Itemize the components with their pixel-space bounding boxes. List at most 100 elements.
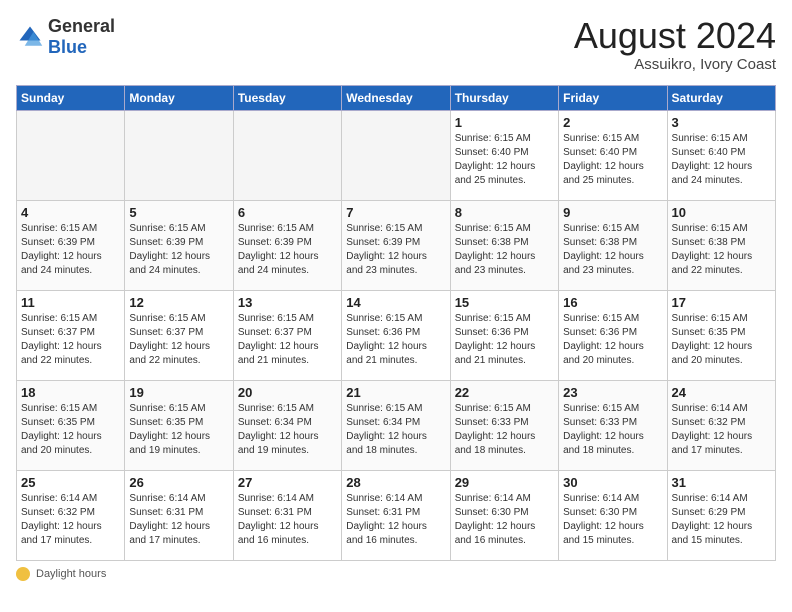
day-info: Sunrise: 6:15 AMSunset: 6:35 PMDaylight:… xyxy=(129,403,210,456)
day-of-week-header: Sunday xyxy=(17,85,125,110)
calendar-cell: 24 Sunrise: 6:14 AMSunset: 6:32 PMDaylig… xyxy=(667,380,775,470)
day-info: Sunrise: 6:15 AMSunset: 6:40 PMDaylight:… xyxy=(563,133,644,186)
day-number: 5 xyxy=(129,205,228,220)
daylight-icon xyxy=(16,567,30,581)
calendar-cell: 2 Sunrise: 6:15 AMSunset: 6:40 PMDayligh… xyxy=(559,110,667,200)
calendar-table: SundayMondayTuesdayWednesdayThursdayFrid… xyxy=(16,85,776,561)
day-number: 3 xyxy=(672,115,771,130)
calendar-cell: 14 Sunrise: 6:15 AMSunset: 6:36 PMDaylig… xyxy=(342,290,450,380)
day-of-week-header: Saturday xyxy=(667,85,775,110)
logo-icon xyxy=(16,23,44,51)
day-number: 24 xyxy=(672,385,771,400)
day-of-week-header: Friday xyxy=(559,85,667,110)
location-subtitle: Assuikro, Ivory Coast xyxy=(574,56,776,73)
day-info: Sunrise: 6:15 AMSunset: 6:35 PMDaylight:… xyxy=(21,403,102,456)
day-number: 21 xyxy=(346,385,445,400)
calendar-cell: 13 Sunrise: 6:15 AMSunset: 6:37 PMDaylig… xyxy=(233,290,341,380)
day-number: 7 xyxy=(346,205,445,220)
daylight-label: Daylight hours xyxy=(36,568,106,580)
calendar-cell: 30 Sunrise: 6:14 AMSunset: 6:30 PMDaylig… xyxy=(559,470,667,560)
title-block: August 2024 Assuikro, Ivory Coast xyxy=(574,16,776,73)
calendar-cell: 27 Sunrise: 6:14 AMSunset: 6:31 PMDaylig… xyxy=(233,470,341,560)
calendar-cell: 29 Sunrise: 6:14 AMSunset: 6:30 PMDaylig… xyxy=(450,470,558,560)
calendar-cell: 26 Sunrise: 6:14 AMSunset: 6:31 PMDaylig… xyxy=(125,470,233,560)
day-info: Sunrise: 6:14 AMSunset: 6:30 PMDaylight:… xyxy=(563,493,644,546)
day-info: Sunrise: 6:15 AMSunset: 6:40 PMDaylight:… xyxy=(455,133,536,186)
day-number: 1 xyxy=(455,115,554,130)
calendar-cell: 9 Sunrise: 6:15 AMSunset: 6:38 PMDayligh… xyxy=(559,200,667,290)
day-number: 29 xyxy=(455,475,554,490)
day-info: Sunrise: 6:15 AMSunset: 6:36 PMDaylight:… xyxy=(455,313,536,366)
day-info: Sunrise: 6:14 AMSunset: 6:31 PMDaylight:… xyxy=(129,493,210,546)
day-of-week-header: Tuesday xyxy=(233,85,341,110)
calendar-cell: 3 Sunrise: 6:15 AMSunset: 6:40 PMDayligh… xyxy=(667,110,775,200)
day-info: Sunrise: 6:14 AMSunset: 6:32 PMDaylight:… xyxy=(21,493,102,546)
month-year-title: August 2024 xyxy=(574,16,776,56)
day-number: 14 xyxy=(346,295,445,310)
day-info: Sunrise: 6:15 AMSunset: 6:38 PMDaylight:… xyxy=(455,223,536,276)
day-number: 25 xyxy=(21,475,120,490)
calendar-cell: 20 Sunrise: 6:15 AMSunset: 6:34 PMDaylig… xyxy=(233,380,341,470)
day-info: Sunrise: 6:15 AMSunset: 6:36 PMDaylight:… xyxy=(563,313,644,366)
calendar-cell: 4 Sunrise: 6:15 AMSunset: 6:39 PMDayligh… xyxy=(17,200,125,290)
calendar-cell: 10 Sunrise: 6:15 AMSunset: 6:38 PMDaylig… xyxy=(667,200,775,290)
day-info: Sunrise: 6:14 AMSunset: 6:32 PMDaylight:… xyxy=(672,403,753,456)
calendar-cell: 28 Sunrise: 6:14 AMSunset: 6:31 PMDaylig… xyxy=(342,470,450,560)
day-info: Sunrise: 6:15 AMSunset: 6:39 PMDaylight:… xyxy=(238,223,319,276)
day-number: 22 xyxy=(455,385,554,400)
calendar-cell: 17 Sunrise: 6:15 AMSunset: 6:35 PMDaylig… xyxy=(667,290,775,380)
calendar-cell: 1 Sunrise: 6:15 AMSunset: 6:40 PMDayligh… xyxy=(450,110,558,200)
calendar-cell: 16 Sunrise: 6:15 AMSunset: 6:36 PMDaylig… xyxy=(559,290,667,380)
day-number: 16 xyxy=(563,295,662,310)
day-info: Sunrise: 6:15 AMSunset: 6:37 PMDaylight:… xyxy=(129,313,210,366)
calendar-cell: 6 Sunrise: 6:15 AMSunset: 6:39 PMDayligh… xyxy=(233,200,341,290)
calendar-cell xyxy=(125,110,233,200)
logo-blue: Blue xyxy=(48,37,87,57)
calendar-cell: 31 Sunrise: 6:14 AMSunset: 6:29 PMDaylig… xyxy=(667,470,775,560)
day-info: Sunrise: 6:15 AMSunset: 6:34 PMDaylight:… xyxy=(346,403,427,456)
day-number: 31 xyxy=(672,475,771,490)
calendar-cell xyxy=(342,110,450,200)
day-info: Sunrise: 6:15 AMSunset: 6:39 PMDaylight:… xyxy=(129,223,210,276)
day-number: 13 xyxy=(238,295,337,310)
footer: Daylight hours xyxy=(16,567,776,581)
day-info: Sunrise: 6:14 AMSunset: 6:31 PMDaylight:… xyxy=(346,493,427,546)
day-info: Sunrise: 6:15 AMSunset: 6:37 PMDaylight:… xyxy=(21,313,102,366)
day-info: Sunrise: 6:15 AMSunset: 6:35 PMDaylight:… xyxy=(672,313,753,366)
day-number: 26 xyxy=(129,475,228,490)
day-info: Sunrise: 6:15 AMSunset: 6:38 PMDaylight:… xyxy=(563,223,644,276)
calendar-cell: 22 Sunrise: 6:15 AMSunset: 6:33 PMDaylig… xyxy=(450,380,558,470)
day-number: 20 xyxy=(238,385,337,400)
day-number: 8 xyxy=(455,205,554,220)
day-info: Sunrise: 6:14 AMSunset: 6:31 PMDaylight:… xyxy=(238,493,319,546)
calendar-cell: 25 Sunrise: 6:14 AMSunset: 6:32 PMDaylig… xyxy=(17,470,125,560)
day-number: 23 xyxy=(563,385,662,400)
logo-general: General xyxy=(48,16,115,36)
calendar-cell: 18 Sunrise: 6:15 AMSunset: 6:35 PMDaylig… xyxy=(17,380,125,470)
day-info: Sunrise: 6:15 AMSunset: 6:39 PMDaylight:… xyxy=(346,223,427,276)
calendar-cell: 8 Sunrise: 6:15 AMSunset: 6:38 PMDayligh… xyxy=(450,200,558,290)
day-info: Sunrise: 6:15 AMSunset: 6:38 PMDaylight:… xyxy=(672,223,753,276)
day-number: 30 xyxy=(563,475,662,490)
day-number: 4 xyxy=(21,205,120,220)
calendar-cell: 23 Sunrise: 6:15 AMSunset: 6:33 PMDaylig… xyxy=(559,380,667,470)
calendar-cell xyxy=(233,110,341,200)
day-info: Sunrise: 6:15 AMSunset: 6:40 PMDaylight:… xyxy=(672,133,753,186)
day-of-week-header: Wednesday xyxy=(342,85,450,110)
day-info: Sunrise: 6:14 AMSunset: 6:30 PMDaylight:… xyxy=(455,493,536,546)
calendar-cell: 12 Sunrise: 6:15 AMSunset: 6:37 PMDaylig… xyxy=(125,290,233,380)
day-number: 2 xyxy=(563,115,662,130)
day-info: Sunrise: 6:15 AMSunset: 6:36 PMDaylight:… xyxy=(346,313,427,366)
calendar-cell: 11 Sunrise: 6:15 AMSunset: 6:37 PMDaylig… xyxy=(17,290,125,380)
day-number: 15 xyxy=(455,295,554,310)
day-number: 12 xyxy=(129,295,228,310)
day-info: Sunrise: 6:15 AMSunset: 6:39 PMDaylight:… xyxy=(21,223,102,276)
day-number: 17 xyxy=(672,295,771,310)
day-number: 28 xyxy=(346,475,445,490)
day-number: 19 xyxy=(129,385,228,400)
day-of-week-header: Monday xyxy=(125,85,233,110)
day-number: 9 xyxy=(563,205,662,220)
calendar-cell: 7 Sunrise: 6:15 AMSunset: 6:39 PMDayligh… xyxy=(342,200,450,290)
calendar-cell: 15 Sunrise: 6:15 AMSunset: 6:36 PMDaylig… xyxy=(450,290,558,380)
page-header: General Blue August 2024 Assuikro, Ivory… xyxy=(16,16,776,73)
